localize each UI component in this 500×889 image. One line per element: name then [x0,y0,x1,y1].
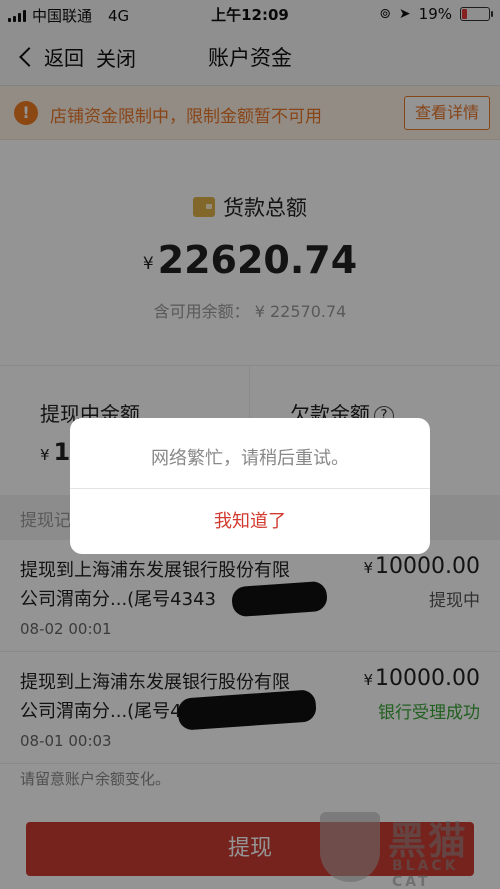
dialog-confirm-button[interactable]: 我知道了 [70,489,430,554]
alert-dialog: 网络繁忙，请稍后重试。 我知道了 [70,418,430,554]
dialog-message: 网络繁忙，请稍后重试。 [151,448,349,469]
